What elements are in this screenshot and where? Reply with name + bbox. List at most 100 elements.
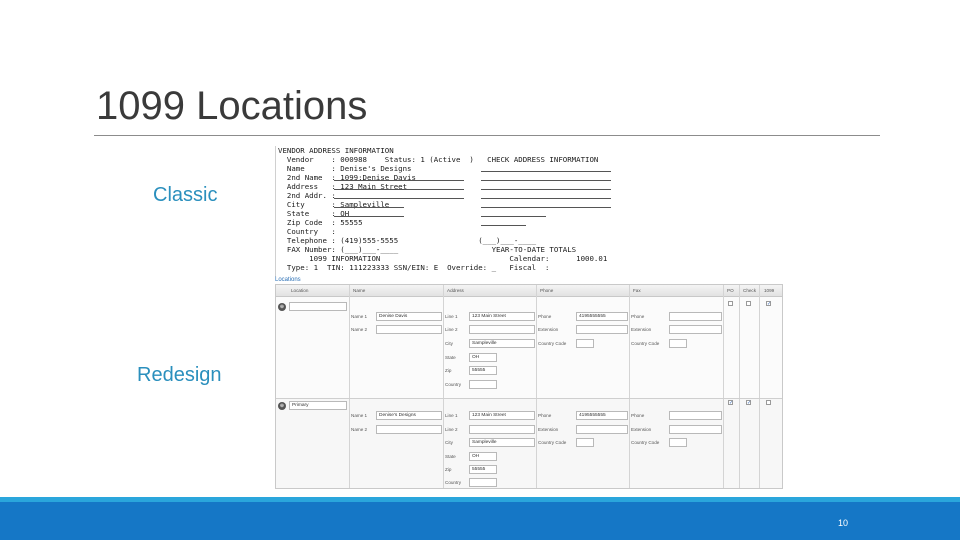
field-label: Country Code [631,440,660,445]
field-label: Country Code [538,440,567,445]
check-checkbox[interactable] [746,301,751,306]
classic-line: FAX Number: (___)___-____ YEAR-TO-DATE T… [278,245,577,254]
field-label: Line 1 [445,413,458,418]
field-label: Extension [538,427,559,432]
classic-underline [481,171,611,172]
name1-input[interactable]: Denise's Designs [376,411,442,420]
classic-line: VENDOR ADDRESS INFORMATION [278,146,394,155]
field-label: City [445,341,453,346]
field-label: Name 1 [351,413,368,418]
field-label: Country Code [631,341,660,346]
name2-input[interactable] [376,425,442,434]
city-input[interactable]: Sampleville [469,339,535,348]
address-line1-input[interactable]: 123 Main Street [469,312,535,321]
field-label: State [445,355,456,360]
1099-checkbox[interactable] [766,400,771,405]
classic-underline [481,180,611,181]
column-header-check[interactable]: Check [743,288,756,293]
fax-phone-input[interactable] [669,312,722,321]
column-header-fax[interactable]: Fax [633,288,641,293]
field-label: Name 2 [351,327,368,332]
classic-label: Classic [153,184,218,206]
zip-input[interactable]: 55555 [469,465,497,474]
expand-row-icon[interactable]: ⊕ [278,303,286,311]
fax-country-code-input[interactable] [669,438,687,447]
column-header-name[interactable]: Name [353,288,365,293]
field-label: Phone [631,314,645,319]
classic-line: Vendor : 000988 Status: 1 (Active ) CHEC… [278,155,599,164]
classic-line: Name : Denise's Designs [278,164,412,173]
classic-underline [334,180,464,181]
classic-underline [334,189,464,190]
po-checkbox[interactable]: ✓ [728,400,733,406]
expand-row-icon[interactable]: ⊕ [278,402,286,410]
fax-extension-input[interactable] [669,325,722,334]
classic-underline [334,198,464,199]
state-input[interactable]: OH [469,452,497,461]
classic-line: Country : [278,227,336,236]
field-label: Zip [445,467,452,472]
field-label: Name 1 [351,314,368,319]
classic-underline [334,207,404,208]
country-code-input[interactable] [576,438,594,447]
field-label: Country Code [538,341,567,346]
column-header-location[interactable]: Location [291,288,308,293]
fax-phone-input[interactable] [669,411,722,420]
column-header-phone[interactable]: Phone [540,288,553,293]
classic-underline [481,198,611,199]
extension-input[interactable] [576,425,628,434]
field-label: Extension [631,427,652,432]
address-line2-input[interactable] [469,425,535,434]
city-input[interactable]: Sampleville [469,438,535,447]
field-label: Country [445,480,462,485]
name2-input[interactable] [376,325,442,334]
country-input[interactable] [469,478,497,487]
column-header-po[interactable]: PO [727,288,734,293]
field-label: Line 1 [445,314,458,319]
classic-underline [481,207,611,208]
fax-extension-input[interactable] [669,425,722,434]
country-input[interactable] [469,380,497,389]
classic-underline [481,216,546,217]
field-label: Name 2 [351,427,368,432]
classic-underline [481,225,526,226]
address-line2-input[interactable] [469,325,535,334]
phone-input[interactable]: 4195555555 [576,411,628,420]
field-label: Extension [538,327,559,332]
field-label: Phone [631,413,645,418]
location-input[interactable] [289,302,347,311]
phone-input[interactable]: 4195555555 [576,312,628,321]
grid-header: Location Name Address Phone Fax PO Check… [276,285,782,297]
po-checkbox[interactable] [728,301,733,306]
zip-input[interactable]: 55555 [469,366,497,375]
column-header-1099[interactable]: 1099 [764,288,774,293]
classic-line: 1099 INFORMATION Calendar: 1000.01 [278,254,608,263]
redesign-label: Redesign [137,364,222,386]
classic-line: Type: 1 TIN: 111223333 SSN/EIN: E Overri… [278,263,550,272]
location-input[interactable]: Primary [289,401,347,410]
footer-bar [0,502,960,540]
title-divider [94,135,880,136]
slide-title: 1099 Locations [96,84,368,128]
tab-locations[interactable]: Locations [275,277,301,283]
classic-underline [334,216,404,217]
field-label: Line 2 [445,327,458,332]
1099-checkbox[interactable]: ✓ [766,301,771,307]
field-label: Country [445,382,462,387]
classic-vendor-screen: VENDOR ADDRESS INFORMATION Vendor : 0009… [275,146,783,277]
column-header-address[interactable]: Address [447,288,464,293]
classic-line: Telephone : (419)555-5555 (___)___-____ [278,236,537,245]
address-line1-input[interactable]: 123 Main Street [469,411,535,420]
country-code-input[interactable] [576,339,594,348]
page-number: 10 [838,518,849,528]
field-label: Line 2 [445,427,458,432]
classic-line: 2nd Addr. : [278,191,336,200]
field-label: Extension [631,327,652,332]
extension-input[interactable] [576,325,628,334]
field-label: Zip [445,368,452,373]
name1-input[interactable]: Denise Davis [376,312,442,321]
field-label: City [445,440,453,445]
fax-country-code-input[interactable] [669,339,687,348]
check-checkbox[interactable]: ✓ [746,400,751,406]
state-input[interactable]: OH [469,353,497,362]
